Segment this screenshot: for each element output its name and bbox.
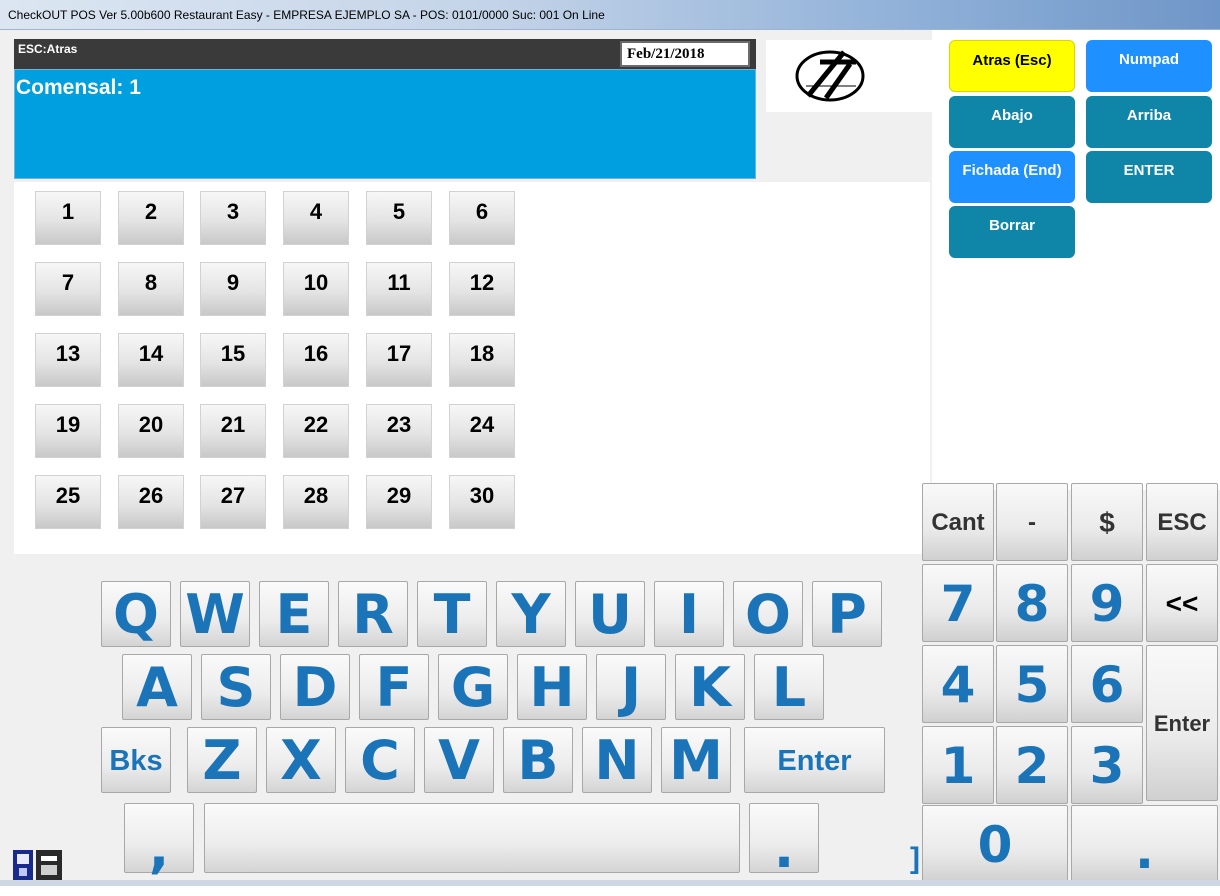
logo-box xyxy=(766,40,932,112)
numpad-4[interactable]: 4 xyxy=(922,645,994,723)
key-r[interactable]: R xyxy=(338,581,408,647)
number-button[interactable]: 20 xyxy=(118,404,184,458)
esc-hint-label: ESC:Atras xyxy=(18,42,78,56)
key-m[interactable]: M xyxy=(661,727,731,793)
logo-7-icon xyxy=(795,50,865,102)
numpad-0[interactable]: 0 xyxy=(922,805,1068,883)
key-u[interactable]: U xyxy=(575,581,645,647)
app-taskbar-icon[interactable] xyxy=(12,848,64,884)
number-button[interactable]: 3 xyxy=(200,191,266,245)
number-button[interactable]: 9 xyxy=(200,262,266,316)
enter-key[interactable]: Enter xyxy=(744,727,885,793)
taskbar-icons xyxy=(12,848,64,884)
key-e[interactable]: E xyxy=(259,581,329,647)
key-p[interactable]: P xyxy=(812,581,882,647)
comensal-label: Comensal: 1 xyxy=(16,76,141,99)
number-button[interactable]: 8 xyxy=(118,262,184,316)
key-h[interactable]: H xyxy=(517,654,587,720)
key-x[interactable]: X xyxy=(266,727,336,793)
number-button[interactable]: 5 xyxy=(366,191,432,245)
esc-button[interactable]: ESC xyxy=(1146,483,1218,561)
key-z[interactable]: Z xyxy=(187,727,257,793)
space-key[interactable] xyxy=(204,803,740,873)
number-button[interactable]: 26 xyxy=(118,475,184,529)
text-cursor-icon: ] xyxy=(910,842,920,875)
key-a[interactable]: A xyxy=(122,654,192,720)
number-button[interactable]: 21 xyxy=(200,404,266,458)
numpad-dot[interactable]: . xyxy=(1071,805,1218,883)
number-button[interactable]: 14 xyxy=(118,333,184,387)
number-button[interactable]: 29 xyxy=(366,475,432,529)
enter-action-button[interactable]: ENTER xyxy=(1086,151,1212,203)
number-button[interactable]: 1 xyxy=(35,191,101,245)
number-button[interactable]: 11 xyxy=(366,262,432,316)
backspace-key[interactable]: Bks xyxy=(101,727,171,793)
key-n[interactable]: N xyxy=(582,727,652,793)
number-button[interactable]: 24 xyxy=(449,404,515,458)
number-button[interactable]: 27 xyxy=(200,475,266,529)
key-s[interactable]: S xyxy=(201,654,271,720)
numpad-3[interactable]: 3 xyxy=(1071,726,1143,804)
numpad-1[interactable]: 1 xyxy=(922,726,994,804)
key-q[interactable]: Q xyxy=(101,581,171,647)
numpad-7[interactable]: 7 xyxy=(922,564,994,642)
numpad-6[interactable]: 6 xyxy=(1071,645,1143,723)
date-display: Feb/21/2018 xyxy=(620,41,750,67)
comma-key[interactable]: , xyxy=(124,803,194,880)
number-button[interactable]: 15 xyxy=(200,333,266,387)
number-button[interactable]: 19 xyxy=(35,404,101,458)
key-i[interactable]: I xyxy=(654,581,724,647)
key-o[interactable]: O xyxy=(733,581,803,647)
key-g[interactable]: G xyxy=(438,654,508,720)
numpad-enter[interactable]: Enter xyxy=(1146,645,1218,801)
key-c[interactable]: C xyxy=(345,727,415,793)
abajo-button[interactable]: Abajo xyxy=(949,96,1075,148)
bottom-edge xyxy=(0,880,1220,886)
key-t[interactable]: T xyxy=(417,581,487,647)
minus-button[interactable]: - xyxy=(996,483,1068,561)
key-d[interactable]: D xyxy=(280,654,350,720)
number-button[interactable]: 4 xyxy=(283,191,349,245)
number-button[interactable]: 16 xyxy=(283,333,349,387)
window-title: CheckOUT POS Ver 5.00b600 Restaurant Eas… xyxy=(8,8,605,22)
number-button[interactable]: 17 xyxy=(366,333,432,387)
number-button[interactable]: 30 xyxy=(449,475,515,529)
number-button[interactable]: 28 xyxy=(283,475,349,529)
number-button[interactable]: 10 xyxy=(283,262,349,316)
fichada-button[interactable]: Fichada (End) xyxy=(949,151,1075,203)
number-button[interactable]: 13 xyxy=(35,333,101,387)
number-button[interactable]: 12 xyxy=(449,262,515,316)
number-button[interactable]: 7 xyxy=(35,262,101,316)
borrar-button[interactable]: Borrar xyxy=(949,206,1075,258)
key-j[interactable]: J xyxy=(596,654,666,720)
window-title-bar: CheckOUT POS Ver 5.00b600 Restaurant Eas… xyxy=(0,0,1220,30)
key-l[interactable]: L xyxy=(754,654,824,720)
numpad-5[interactable]: 5 xyxy=(996,645,1068,723)
key-b[interactable]: B xyxy=(503,727,573,793)
numpad-backspace[interactable]: << xyxy=(1146,564,1218,642)
number-button[interactable]: 18 xyxy=(449,333,515,387)
numpad-2[interactable]: 2 xyxy=(996,726,1068,804)
number-button[interactable]: 22 xyxy=(283,404,349,458)
cant-button[interactable]: Cant xyxy=(922,483,994,561)
key-k[interactable]: K xyxy=(675,654,745,720)
key-y[interactable]: Y xyxy=(496,581,566,647)
numpad-8[interactable]: 8 xyxy=(996,564,1068,642)
numpad-button[interactable]: Numpad xyxy=(1086,40,1212,92)
key-f[interactable]: F xyxy=(359,654,429,720)
dot-key[interactable]: . xyxy=(749,803,819,880)
arriba-button[interactable]: Arriba xyxy=(1086,96,1212,148)
numpad-9[interactable]: 9 xyxy=(1071,564,1143,642)
number-button[interactable]: 6 xyxy=(449,191,515,245)
atras-button[interactable]: Atras (Esc) xyxy=(949,40,1075,92)
key-v[interactable]: V xyxy=(424,727,494,793)
key-w[interactable]: W xyxy=(180,581,250,647)
number-button[interactable]: 25 xyxy=(35,475,101,529)
dollar-button[interactable]: $ xyxy=(1071,483,1143,561)
number-button[interactable]: 23 xyxy=(366,404,432,458)
number-button[interactable]: 2 xyxy=(118,191,184,245)
